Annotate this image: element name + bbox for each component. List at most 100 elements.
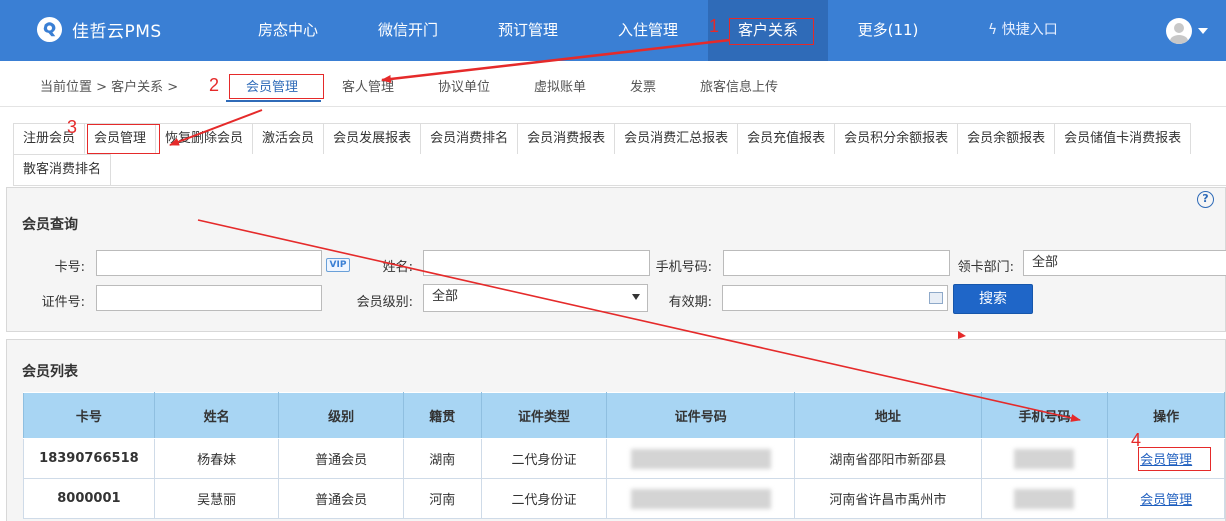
- col-origin[interactable]: 籍贯: [402, 392, 482, 439]
- logo-icon: [36, 16, 63, 43]
- user-avatar[interactable]: [1166, 18, 1192, 44]
- cell-address: 河南省许昌市禹州市: [794, 478, 982, 519]
- member-function-tabs: 注册会员 会员管理 恢复删除会员 激活会员 会员发展报表 会员消费排名 会员消费…: [13, 123, 1226, 186]
- tab-restore-deleted-member[interactable]: 恢复删除会员: [155, 123, 254, 154]
- cell-level: 普通会员: [278, 438, 404, 479]
- top-navigation-bar: 佳哲云PMS 房态中心 微信开门 预订管理 入住管理 客户关系 更多(11) ϟ…: [0, 0, 1226, 61]
- nav-item-wechat-door[interactable]: 微信开门: [352, 0, 464, 61]
- member-query-title: 会员查询: [22, 217, 78, 233]
- breadcrumb: 当前位置 > 客户关系 >: [40, 80, 179, 95]
- tab-member-balance-report[interactable]: 会员余额报表: [957, 123, 1056, 154]
- tab-member-growth-report[interactable]: 会员发展报表: [323, 123, 422, 154]
- quick-entry-link[interactable]: ϟ 快捷入口: [988, 0, 1058, 61]
- col-id-number[interactable]: 证件号码: [606, 392, 796, 439]
- quick-entry-label: 快捷入口: [1001, 22, 1058, 38]
- lightning-icon: ϟ: [988, 22, 998, 38]
- nav-item-room-status[interactable]: 房态中心: [232, 0, 344, 61]
- redacted-phone: [1014, 488, 1075, 509]
- app-name: 佳哲云PMS: [72, 22, 162, 42]
- annotation-box-3: [87, 124, 160, 154]
- cell-origin: 河南: [402, 478, 482, 519]
- nav-item-checkin[interactable]: 入住管理: [592, 0, 704, 61]
- member-list-title: 会员列表: [22, 364, 78, 380]
- app-logo[interactable]: 佳哲云PMS: [36, 16, 162, 43]
- cell-action: 会员管理: [1107, 478, 1225, 519]
- member-level-value: 全部: [432, 289, 459, 304]
- tab-walkin-spending-ranking[interactable]: 散客消费排名: [13, 154, 112, 185]
- cell-id-type: 二代身份证: [480, 438, 608, 479]
- tab-activate-member[interactable]: 激活会员: [252, 123, 325, 154]
- member-level-label: 会员级别:: [356, 295, 413, 310]
- help-icon[interactable]: ?: [1197, 191, 1214, 208]
- redacted-id-number: [630, 448, 771, 469]
- annotation-number-4: 4: [1131, 430, 1142, 450]
- tab-member-spending-summary[interactable]: 会员消费汇总报表: [614, 123, 739, 154]
- cell-id-number: [606, 438, 796, 479]
- dropdown-arrow-icon: [632, 294, 640, 300]
- subnav-guest-management[interactable]: 客人管理: [342, 76, 394, 95]
- member-list-panel: 会员列表 卡号 姓名 级别 籍贯 证件类型 证件号码 地址 手机号码 操作 18…: [6, 339, 1226, 521]
- vip-icon[interactable]: VIP: [326, 258, 350, 272]
- annotation-number-1: 1: [709, 16, 720, 36]
- subnav-virtual-bill[interactable]: 虚拟账单: [534, 76, 586, 95]
- table-header-row: 卡号 姓名 级别 籍贯 证件类型 证件号码 地址 手机号码 操作: [23, 392, 1225, 439]
- validity-date-input[interactable]: [722, 285, 948, 311]
- tab-member-spending-ranking[interactable]: 会员消费排名: [420, 123, 519, 154]
- member-table: 卡号 姓名 级别 籍贯 证件类型 证件号码 地址 手机号码 操作 1839076…: [23, 392, 1225, 519]
- active-subtab-indicator: [226, 100, 321, 102]
- cell-card-number: 18390766518: [23, 438, 155, 479]
- cell-id-type: 二代身份证: [480, 478, 608, 519]
- cell-address: 湖南省邵阳市新邵县: [794, 438, 982, 479]
- tab-member-stored-card-report[interactable]: 会员储值卡消费报表: [1054, 123, 1192, 154]
- table-row[interactable]: 18390766518 杨春妹 普通会员 湖南 二代身份证 湖南省邵阳市新邵县 …: [23, 438, 1225, 479]
- cell-phone: [980, 478, 1109, 519]
- col-card-number[interactable]: 卡号: [23, 392, 155, 439]
- cell-name: 杨春妹: [153, 438, 280, 479]
- cell-name: 吴慧丽: [153, 478, 280, 519]
- col-phone[interactable]: 手机号码: [980, 392, 1109, 439]
- annotation-box-1: [729, 18, 814, 45]
- card-dept-label: 领卡部门:: [957, 260, 1014, 275]
- member-level-select[interactable]: 全部: [423, 284, 648, 312]
- id-number-label: 证件号:: [41, 295, 85, 310]
- id-number-input[interactable]: [96, 285, 322, 311]
- tab-member-spending-report[interactable]: 会员消费报表: [517, 123, 616, 154]
- cell-level: 普通会员: [278, 478, 404, 519]
- member-query-panel: ? 会员查询 卡号: VIP 姓名: 手机号码: 领卡部门: 全部 证件号: 会…: [6, 187, 1226, 332]
- cursor-mark: [958, 331, 966, 339]
- card-dept-select[interactable]: 全部: [1023, 250, 1226, 276]
- table-row[interactable]: 8000001 吴慧丽 普通会员 河南 二代身份证 河南省许昌市禹州市 会员管理: [23, 478, 1225, 519]
- calendar-icon[interactable]: [929, 292, 943, 304]
- cell-id-number: [606, 478, 796, 519]
- subnav-agreement-units[interactable]: 协议单位: [438, 76, 490, 95]
- search-button[interactable]: 搜索: [953, 284, 1033, 314]
- validity-label: 有效期:: [668, 295, 712, 310]
- cell-origin: 湖南: [402, 438, 482, 479]
- nav-item-reservation[interactable]: 预订管理: [472, 0, 584, 61]
- subnav-invoice[interactable]: 发票: [630, 76, 656, 95]
- card-number-input[interactable]: [96, 250, 322, 276]
- annotation-number-2: 2: [209, 75, 220, 95]
- tab-member-recharge-report[interactable]: 会员充值报表: [737, 123, 836, 154]
- redacted-phone: [1014, 448, 1075, 469]
- cell-phone: [980, 438, 1109, 479]
- chevron-down-icon[interactable]: [1198, 28, 1208, 34]
- tab-member-points-balance[interactable]: 会员积分余额报表: [834, 123, 959, 154]
- redacted-id-number: [630, 488, 771, 509]
- phone-input[interactable]: [723, 250, 950, 276]
- user-icon: [1170, 23, 1188, 44]
- phone-label: 手机号码:: [655, 260, 712, 275]
- card-number-label: 卡号:: [54, 260, 85, 275]
- col-id-type[interactable]: 证件类型: [480, 392, 608, 439]
- nav-item-more[interactable]: 更多(11): [832, 0, 944, 61]
- cell-card-number: 8000001: [23, 478, 155, 519]
- annotation-box-4: [1138, 447, 1211, 471]
- col-level[interactable]: 级别: [278, 392, 404, 439]
- subnav-traveler-upload[interactable]: 旅客信息上传: [700, 76, 778, 95]
- col-address[interactable]: 地址: [794, 392, 982, 439]
- member-manage-link[interactable]: 会员管理: [1140, 493, 1192, 508]
- annotation-box-2: [229, 74, 324, 99]
- name-input[interactable]: [423, 250, 650, 276]
- annotation-number-3: 3: [67, 117, 78, 137]
- col-name[interactable]: 姓名: [153, 392, 280, 439]
